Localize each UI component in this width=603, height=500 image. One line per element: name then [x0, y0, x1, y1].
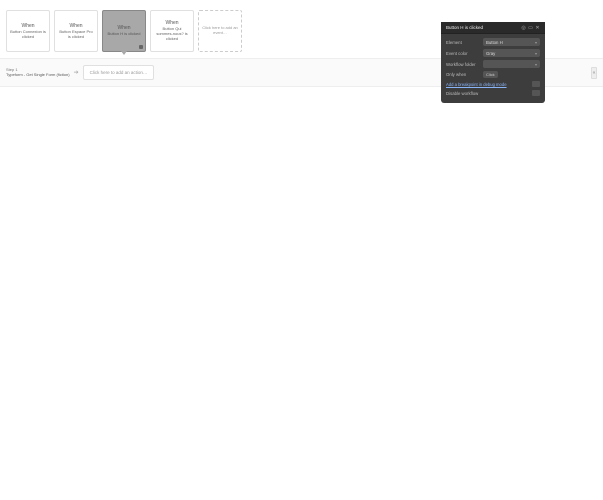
breakpoint-link[interactable]: Add a breakpoint in debug mode [446, 82, 507, 87]
chevron-down-icon: ▾ [535, 51, 537, 56]
row-element: Element Button H ▾ [446, 38, 540, 46]
step-1-desc: Typeform - Get Single Form (fiction) [6, 73, 70, 78]
row-only-when: Only when Click [446, 71, 540, 78]
color-value: Gray [486, 51, 495, 56]
card-marker-icon [139, 45, 143, 49]
property-panel: Button H is clicked ◎ ▭ ✕ Element Button… [441, 22, 545, 103]
when-label: When [69, 23, 82, 29]
chevron-down-icon: ▾ [535, 40, 537, 45]
add-event-text: Click here to add an event… [201, 26, 239, 36]
event-card-1[interactable]: When Button Espace Pro is clicked [54, 10, 98, 52]
color-label: Event color [446, 51, 480, 56]
breakpoint-toggle[interactable] [532, 81, 540, 87]
event-desc: Button Connexion is clicked [9, 30, 47, 40]
event-card-2-selected[interactable]: When Button H is clicked [102, 10, 146, 52]
row-breakpoint: Add a breakpoint in debug mode [446, 81, 540, 87]
row-folder: Workflow folder ▾ [446, 60, 540, 68]
only-when-click[interactable]: Click [483, 71, 498, 78]
panel-target-icon[interactable]: ◎ [521, 25, 526, 30]
step-1[interactable]: Step 1 Typeform - Get Single Form (ficti… [6, 68, 70, 78]
event-desc: Button Espace Pro is clicked [57, 30, 95, 40]
event-card-0[interactable]: When Button Connexion is clicked [6, 10, 50, 52]
panel-comment-icon[interactable]: ▭ [528, 25, 533, 30]
panel-title: Button H is clicked [446, 25, 483, 30]
add-action-button[interactable]: Click here to add an action… [83, 65, 155, 80]
event-card-3[interactable]: When Button Qui sommes-nous? is clicked [150, 10, 194, 52]
disable-label: Disable workflow [446, 91, 478, 96]
card-arrow-icon [121, 51, 127, 55]
event-desc: Button H is clicked [107, 32, 142, 37]
color-select[interactable]: Gray ▾ [483, 49, 540, 57]
row-disable: Disable workflow [446, 90, 540, 96]
when-label: When [21, 23, 34, 29]
arrow-icon: ➔ [74, 69, 79, 76]
add-event-card[interactable]: Click here to add an event… [198, 10, 242, 52]
only-when-label: Only when [446, 72, 480, 77]
row-color: Event color Gray ▾ [446, 49, 540, 57]
folder-label: Workflow folder [446, 62, 480, 67]
panel-header[interactable]: Button H is clicked ◎ ▭ ✕ [441, 22, 545, 34]
disable-toggle[interactable] [532, 90, 540, 96]
element-value: Button H [486, 40, 503, 45]
folder-select[interactable]: ▾ [483, 60, 540, 68]
close-icon[interactable]: ✕ [535, 25, 540, 30]
chevron-down-icon: ▾ [535, 62, 537, 67]
collapse-handle[interactable]: « [591, 67, 597, 79]
panel-body: Element Button H ▾ Event color Gray ▾ Wo… [441, 34, 545, 103]
element-label: Element [446, 40, 480, 45]
element-select[interactable]: Button H ▾ [483, 38, 540, 46]
event-desc: Button Qui sommes-nous? is clicked [153, 27, 191, 41]
